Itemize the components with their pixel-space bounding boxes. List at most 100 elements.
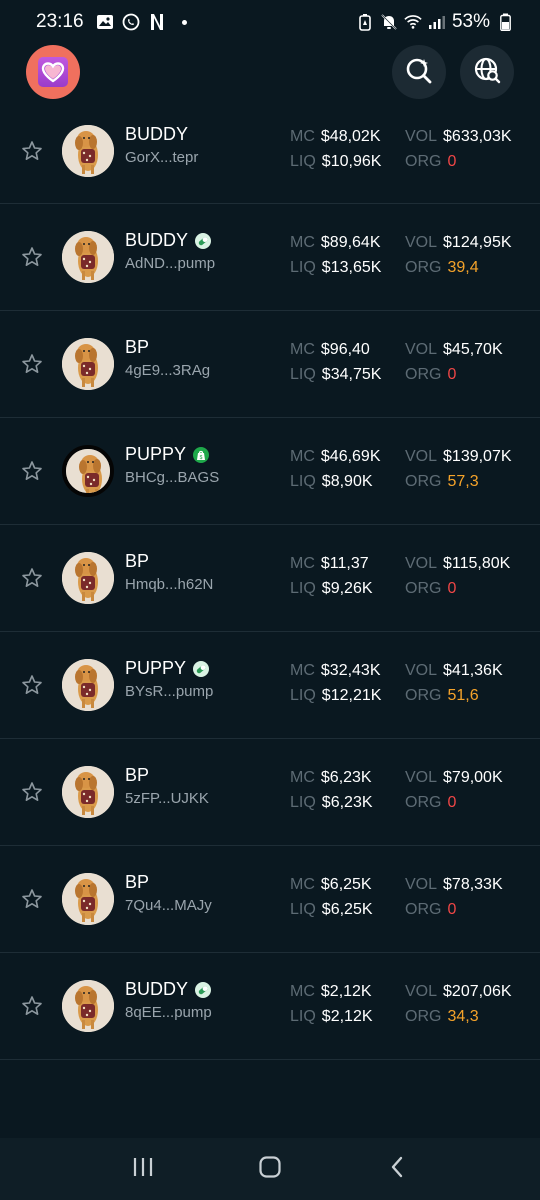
token-name-line: BUDDY: [125, 230, 212, 251]
globe-search-button[interactable]: [460, 45, 514, 99]
star-icon[interactable]: [21, 888, 43, 910]
star-icon[interactable]: [21, 246, 43, 268]
vol-label: VOL: [405, 341, 438, 358]
netflix-icon: [148, 13, 166, 31]
signal-icon: [428, 13, 446, 31]
back-button[interactable]: [377, 1149, 417, 1189]
mc-label: MC: [290, 448, 315, 465]
token-address: 5zFP...UJKK: [125, 790, 209, 807]
mc-value: $48,02K: [320, 128, 381, 145]
token-address: Hmqb...h62N: [125, 576, 214, 593]
gallery-icon: [96, 13, 114, 31]
star-icon[interactable]: [21, 781, 43, 803]
token-name: BUDDY: [125, 230, 189, 250]
token-list: BUDDY GorX...tepr MC $48,02K LIQ $10,96K VOL $6…: [0, 98, 540, 1060]
liq-value: $10,96K: [321, 153, 382, 170]
org-label: ORG: [405, 580, 442, 597]
mc-label: MC: [290, 983, 315, 1000]
vol-label: VOL: [405, 234, 438, 251]
heart-icon: [38, 57, 68, 87]
token-row[interactable]: BUDDY 8qEE...pump MC $2,12K LIQ $2,12K VOL $207…: [0, 953, 540, 1060]
org-value: 0: [447, 153, 457, 170]
token-name-line: BP: [125, 872, 149, 893]
vol-value: $124,95K: [443, 234, 512, 251]
token-address: 4gE9...3RAg: [125, 362, 211, 379]
search-button[interactable]: [392, 45, 446, 99]
token-row[interactable]: BP Hmqb...h62N MC $11,37 LIQ $9,26K VOL $115,80…: [0, 525, 540, 632]
star-icon[interactable]: [21, 460, 43, 482]
star-icon[interactable]: [21, 674, 43, 696]
token-row[interactable]: BP 7Qu4...MAJy MC $6,25K LIQ $6,25K VOL $78,33K…: [0, 846, 540, 953]
liquidity: LIQ $12,21K: [290, 687, 381, 705]
volume: VOL $41,36K: [405, 662, 503, 680]
token-name: BUDDY: [125, 979, 189, 999]
vol-label: VOL: [405, 769, 438, 786]
vol-value: $207,06K: [443, 983, 512, 1000]
volume: VOL $633,03K: [405, 128, 512, 146]
mc-label: MC: [290, 769, 315, 786]
token-row[interactable]: BP 5zFP...UJKK MC $6,23K LIQ $6,23K VOL $79,00K…: [0, 739, 540, 846]
volume: VOL $124,95K: [405, 234, 512, 252]
status-left: 23:16: [36, 11, 187, 33]
star-icon[interactable]: [21, 567, 43, 589]
token-name: BP: [125, 551, 150, 571]
liq-value: $13,65K: [321, 259, 382, 276]
token-address: GorX...tepr: [125, 149, 199, 166]
liquidity: LIQ $2,12K: [290, 1008, 373, 1026]
recents-icon: [131, 1156, 155, 1183]
organic-score: ORG 34,3: [405, 1008, 479, 1026]
svg-text:$: $: [200, 454, 203, 460]
token-name: BP: [125, 872, 150, 892]
star-icon[interactable]: [21, 995, 43, 1017]
token-avatar: [62, 231, 114, 283]
token-row[interactable]: PUPPY BYsR...pump MC $32,43K LIQ $12,21K VOL $4…: [0, 632, 540, 739]
org-value: 0: [447, 794, 457, 811]
token-avatar: [62, 124, 114, 177]
org-label: ORG: [405, 687, 442, 704]
vol-label: VOL: [405, 448, 438, 465]
mc-label: MC: [290, 341, 315, 358]
token-row[interactable]: PUPPY $ BHCg...BAGS MC $46,69K LIQ $8,90K VOL $1…: [0, 418, 540, 525]
token-name: PUPPY: [125, 658, 187, 678]
token-row[interactable]: BP 4gE9...3RAg MC $96,40 LIQ $34,75K VOL $45,70…: [0, 311, 540, 418]
market-cap: MC $46,69K: [290, 448, 381, 466]
organic-score: ORG 0: [405, 153, 456, 171]
mute-icon: [380, 13, 398, 31]
mc-value: $6,23K: [320, 769, 372, 786]
market-cap: MC $11,37: [290, 555, 369, 573]
liquidity: LIQ $9,26K: [290, 580, 373, 598]
token-avatar: [62, 552, 114, 604]
vol-label: VOL: [405, 555, 438, 572]
star-icon[interactable]: [21, 353, 43, 375]
org-label: ORG: [405, 794, 442, 811]
home-button[interactable]: [250, 1149, 290, 1189]
market-cap: MC $2,12K: [290, 983, 372, 1001]
globe-search-icon: [473, 56, 501, 89]
token-name: BUDDY: [125, 124, 189, 144]
mc-value: $6,25K: [320, 876, 372, 893]
liq-value: $6,23K: [321, 794, 373, 811]
vol-value: $41,36K: [443, 662, 503, 679]
token-name-line: PUPPY: [125, 658, 210, 679]
token-avatar: [62, 980, 114, 1032]
mc-value: $89,64K: [320, 234, 381, 251]
token-avatar: [62, 873, 114, 925]
liq-value: $12,21K: [321, 687, 382, 704]
pill-icon: [195, 232, 212, 249]
app-logo-button[interactable]: [26, 45, 80, 99]
star-icon[interactable]: [21, 140, 43, 162]
liq-label: LIQ: [290, 794, 316, 811]
org-value: 51,6: [447, 687, 479, 704]
recents-button[interactable]: [123, 1149, 163, 1189]
liq-label: LIQ: [290, 901, 316, 918]
liq-value: $9,26K: [321, 580, 373, 597]
org-value: 0: [447, 366, 457, 383]
liq-label: LIQ: [290, 259, 316, 276]
org-value: 34,3: [447, 1008, 479, 1025]
status-bar: 23:16 53%: [0, 0, 540, 44]
liquidity: LIQ $10,96K: [290, 153, 381, 171]
token-row[interactable]: BUDDY GorX...tepr MC $48,02K LIQ $10,96K VOL $6…: [0, 98, 540, 204]
vol-value: $45,70K: [443, 341, 503, 358]
liq-value: $8,90K: [321, 473, 373, 490]
token-row[interactable]: BUDDY AdND...pump MC $89,64K LIQ $13,65K VOL $1…: [0, 204, 540, 311]
